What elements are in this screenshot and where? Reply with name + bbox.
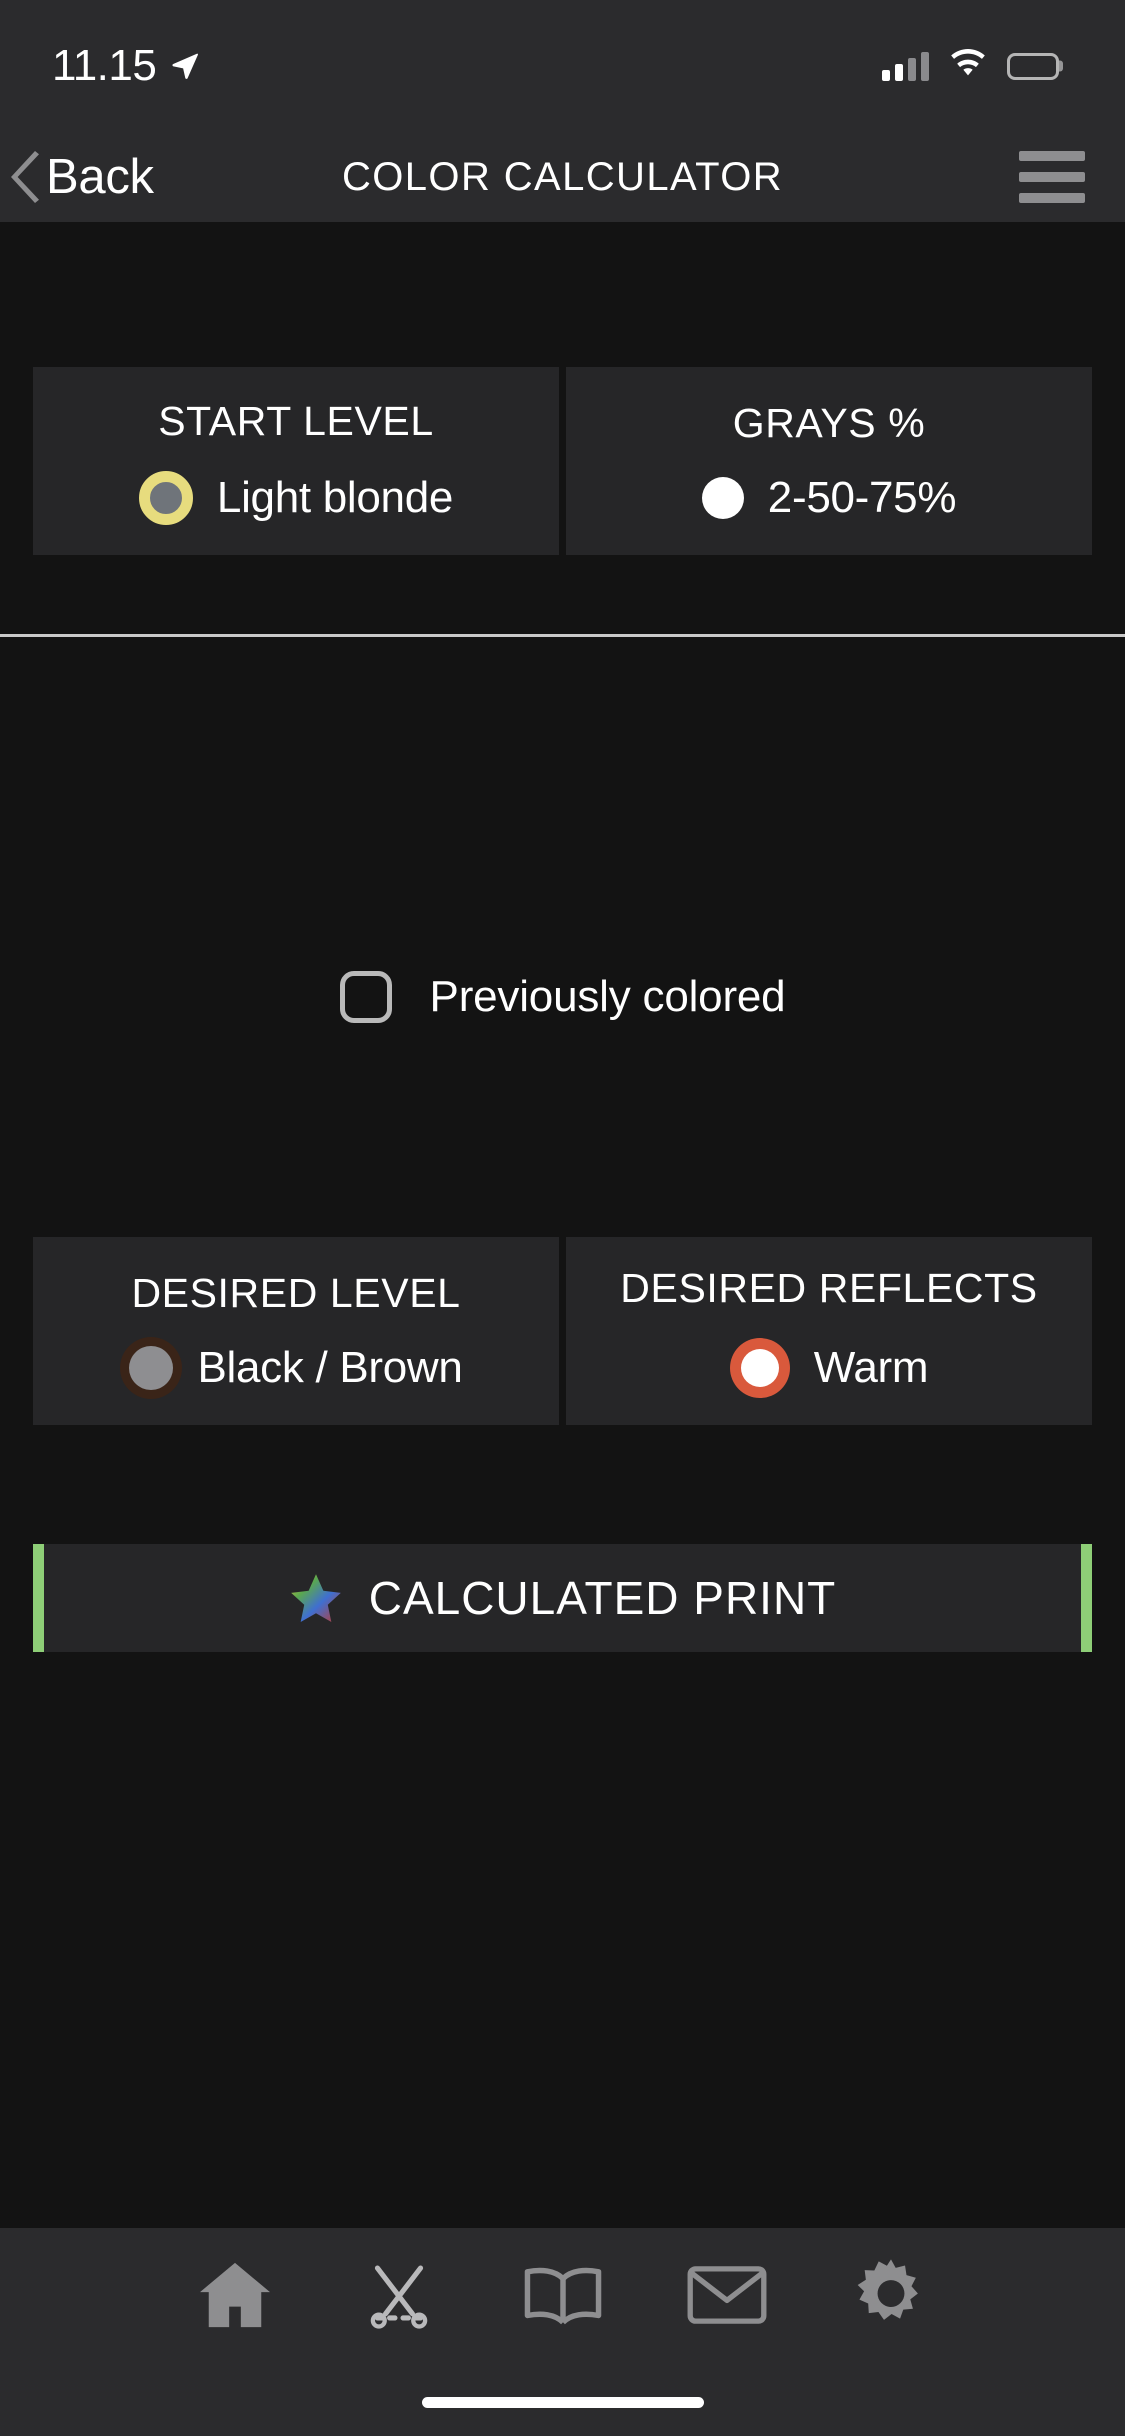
color-swatch-icon bbox=[129, 1345, 174, 1390]
tab-tools[interactable] bbox=[351, 2247, 447, 2343]
start-level-card-value: Light blonde bbox=[216, 472, 454, 522]
start-cards-row: START LEVEL Light blonde GRAYS % 2-50-75… bbox=[33, 367, 1092, 555]
previously-colored-row[interactable]: Previously colored bbox=[0, 942, 1125, 1052]
grays-percent-card[interactable]: GRAYS % 2-50-75% bbox=[566, 367, 1092, 555]
chevron-left-icon bbox=[10, 151, 44, 203]
book-icon bbox=[522, 2264, 604, 2326]
home-icon bbox=[196, 2260, 274, 2330]
desired-reflects-card-title: DESIRED REFLECTS bbox=[620, 1264, 1038, 1311]
tab-mail[interactable] bbox=[679, 2247, 775, 2343]
desired-level-card-title: DESIRED LEVEL bbox=[131, 1269, 461, 1316]
scissors-comb-icon bbox=[364, 2260, 434, 2330]
start-level-card-value-row: Light blonde bbox=[138, 470, 454, 525]
calculated-print-button[interactable]: CALCULATED PRINT bbox=[33, 1544, 1092, 1652]
previously-colored-label: Previously colored bbox=[429, 972, 786, 1021]
main-content: START LEVEL Light blonde GRAYS % 2-50-75… bbox=[0, 222, 1125, 2228]
cellular-signal-icon bbox=[882, 51, 929, 81]
desired-level-card-value: Black / Brown bbox=[197, 1342, 463, 1392]
status-bar: 11.15 bbox=[0, 0, 1125, 132]
mail-icon bbox=[687, 2265, 767, 2325]
calculated-print-label: CALCULATED PRINT bbox=[368, 1572, 837, 1624]
back-button-label: Back bbox=[46, 150, 154, 204]
page-title: COLOR CALCULATOR bbox=[341, 154, 783, 199]
back-button[interactable]: Back bbox=[10, 149, 154, 205]
hamburger-menu-icon[interactable] bbox=[1019, 151, 1085, 203]
wifi-icon bbox=[949, 48, 987, 84]
grays-percent-card-value: 2-50-75% bbox=[767, 472, 957, 522]
home-indicator-bar[interactable] bbox=[421, 2396, 704, 2408]
desired-reflects-card-value-row: Warm bbox=[730, 1338, 929, 1398]
color-swatch-icon bbox=[701, 476, 744, 519]
desired-reflects-card[interactable]: DESIRED REFLECTS Warm bbox=[566, 1237, 1092, 1425]
battery-full-icon bbox=[1007, 52, 1059, 80]
nav-bar: Back COLOR CALCULATOR bbox=[0, 132, 1125, 222]
color-swatch-icon bbox=[740, 1348, 779, 1387]
status-bar-right bbox=[882, 48, 1059, 84]
app-screen: 11.15 Back COLOR CALCULATOR START LEVEL … bbox=[0, 0, 1125, 2436]
location-arrow-icon bbox=[170, 51, 200, 81]
multicolor-star-icon bbox=[289, 1571, 343, 1625]
grays-percent-card-title: GRAYS % bbox=[732, 399, 926, 446]
checkbox-unchecked-icon[interactable] bbox=[339, 971, 392, 1023]
home-indicator-area bbox=[0, 2368, 1125, 2436]
tab-home[interactable] bbox=[187, 2247, 283, 2343]
start-level-card[interactable]: START LEVEL Light blonde bbox=[33, 367, 559, 555]
desired-cards-row: DESIRED LEVEL Black / Brown DESIRED REFL… bbox=[33, 1237, 1092, 1425]
status-bar-clock: 11.15 bbox=[52, 41, 157, 90]
desired-level-card-value-row: Black / Brown bbox=[129, 1342, 463, 1393]
grays-percent-card-value-row: 2-50-75% bbox=[701, 472, 957, 523]
tab-bar bbox=[0, 2228, 1125, 2368]
color-swatch-icon bbox=[138, 470, 193, 525]
gear-icon bbox=[853, 2257, 929, 2333]
desired-section bbox=[0, 637, 1125, 2228]
tab-settings[interactable] bbox=[843, 2247, 939, 2343]
desired-reflects-card-value: Warm bbox=[813, 1342, 929, 1392]
desired-level-card[interactable]: DESIRED LEVEL Black / Brown bbox=[33, 1237, 559, 1425]
status-bar-left: 11.15 bbox=[52, 41, 200, 91]
start-level-card-title: START LEVEL bbox=[158, 397, 434, 444]
tab-book[interactable] bbox=[515, 2247, 611, 2343]
